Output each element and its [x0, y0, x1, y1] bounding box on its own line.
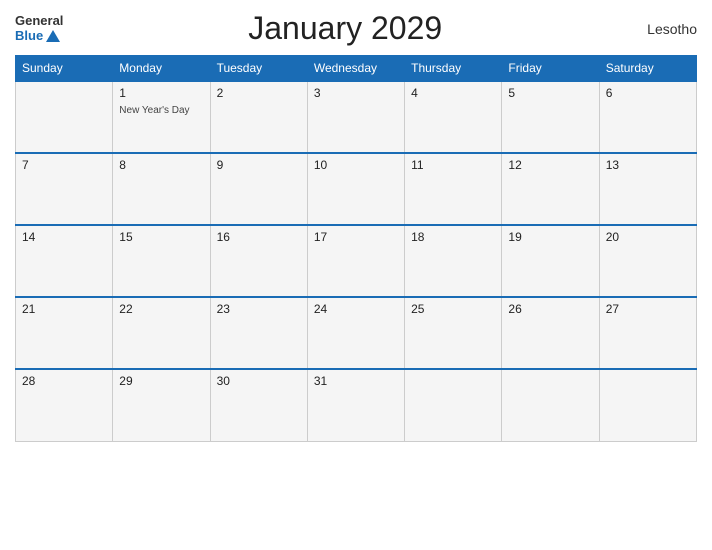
- header-monday: Monday: [113, 56, 210, 82]
- day-cell: 23: [210, 297, 307, 369]
- country-label: Lesotho: [627, 21, 697, 37]
- day-event: New Year's Day: [119, 105, 189, 116]
- day-cell: 4: [405, 81, 502, 153]
- day-number: 12: [508, 158, 592, 172]
- week-row-2: 14 15 16 17 18 19 20: [16, 225, 697, 297]
- day-number: 30: [217, 374, 301, 388]
- day-number: 21: [22, 302, 106, 316]
- day-cell: 13: [599, 153, 696, 225]
- week-row-4: 28 29 30 31: [16, 369, 697, 441]
- day-cell: 18: [405, 225, 502, 297]
- day-cell: 24: [307, 297, 404, 369]
- header-thursday: Thursday: [405, 56, 502, 82]
- day-number: 22: [119, 302, 203, 316]
- day-cell: 30: [210, 369, 307, 441]
- day-cell: 16: [210, 225, 307, 297]
- day-number: 4: [411, 86, 495, 100]
- day-cell: 27: [599, 297, 696, 369]
- day-cell: 19: [502, 225, 599, 297]
- logo-general-text: General: [15, 14, 63, 28]
- day-number: 9: [217, 158, 301, 172]
- day-number: 1: [119, 86, 203, 100]
- day-number: 28: [22, 374, 106, 388]
- logo-blue-text: Blue: [15, 29, 60, 43]
- logo: General Blue: [15, 14, 63, 43]
- day-number: 16: [217, 230, 301, 244]
- day-cell: [16, 81, 113, 153]
- day-cell: 11: [405, 153, 502, 225]
- day-cell: 26: [502, 297, 599, 369]
- calendar-container: General Blue January 2029 Lesotho Sunday…: [0, 0, 712, 550]
- day-number: 17: [314, 230, 398, 244]
- header-sunday: Sunday: [16, 56, 113, 82]
- day-number: 18: [411, 230, 495, 244]
- calendar-grid: Sunday Monday Tuesday Wednesday Thursday…: [15, 55, 697, 442]
- day-cell: 10: [307, 153, 404, 225]
- day-cell: 31: [307, 369, 404, 441]
- day-number: 2: [217, 86, 301, 100]
- day-cell: 9: [210, 153, 307, 225]
- week-row-0: 1 New Year's Day 23456: [16, 81, 697, 153]
- header-saturday: Saturday: [599, 56, 696, 82]
- day-cell: 8: [113, 153, 210, 225]
- day-cell: [502, 369, 599, 441]
- header-wednesday: Wednesday: [307, 56, 404, 82]
- day-cell: 6: [599, 81, 696, 153]
- day-cell: 25: [405, 297, 502, 369]
- day-number: 15: [119, 230, 203, 244]
- header-tuesday: Tuesday: [210, 56, 307, 82]
- day-cell: [405, 369, 502, 441]
- day-cell: [599, 369, 696, 441]
- day-number: 27: [606, 302, 690, 316]
- day-number: 31: [314, 374, 398, 388]
- day-cell: 17: [307, 225, 404, 297]
- day-cell: 1 New Year's Day: [113, 81, 210, 153]
- day-number: 25: [411, 302, 495, 316]
- day-number: 19: [508, 230, 592, 244]
- day-cell: 3: [307, 81, 404, 153]
- weekday-header-row: Sunday Monday Tuesday Wednesday Thursday…: [16, 56, 697, 82]
- week-row-1: 789 10 11 12 13: [16, 153, 697, 225]
- day-number: 24: [314, 302, 398, 316]
- day-number: 11: [411, 158, 495, 172]
- day-number: 8: [119, 158, 203, 172]
- day-number: 10: [314, 158, 398, 172]
- day-cell: 20: [599, 225, 696, 297]
- day-cell: 22: [113, 297, 210, 369]
- day-number: 20: [606, 230, 690, 244]
- day-cell: 21: [16, 297, 113, 369]
- day-number: 6: [606, 86, 690, 100]
- day-number: 26: [508, 302, 592, 316]
- day-cell: 14: [16, 225, 113, 297]
- week-row-3: 21 22 23 24 25 26 27: [16, 297, 697, 369]
- day-number: 13: [606, 158, 690, 172]
- day-number: 7: [22, 158, 106, 172]
- day-number: 29: [119, 374, 203, 388]
- day-number: 23: [217, 302, 301, 316]
- day-cell: 29: [113, 369, 210, 441]
- header-friday: Friday: [502, 56, 599, 82]
- day-cell: 5: [502, 81, 599, 153]
- calendar-title: January 2029: [63, 10, 627, 47]
- day-number: 14: [22, 230, 106, 244]
- day-number: 3: [314, 86, 398, 100]
- day-cell: 28: [16, 369, 113, 441]
- day-cell: 15: [113, 225, 210, 297]
- day-cell: 12: [502, 153, 599, 225]
- day-cell: 2: [210, 81, 307, 153]
- logo-triangle-icon: [46, 30, 60, 42]
- day-cell: 7: [16, 153, 113, 225]
- calendar-body: 1New Year's Day2345678910111213141516171…: [16, 81, 697, 441]
- calendar-header: General Blue January 2029 Lesotho: [15, 10, 697, 47]
- day-number: 5: [508, 86, 592, 100]
